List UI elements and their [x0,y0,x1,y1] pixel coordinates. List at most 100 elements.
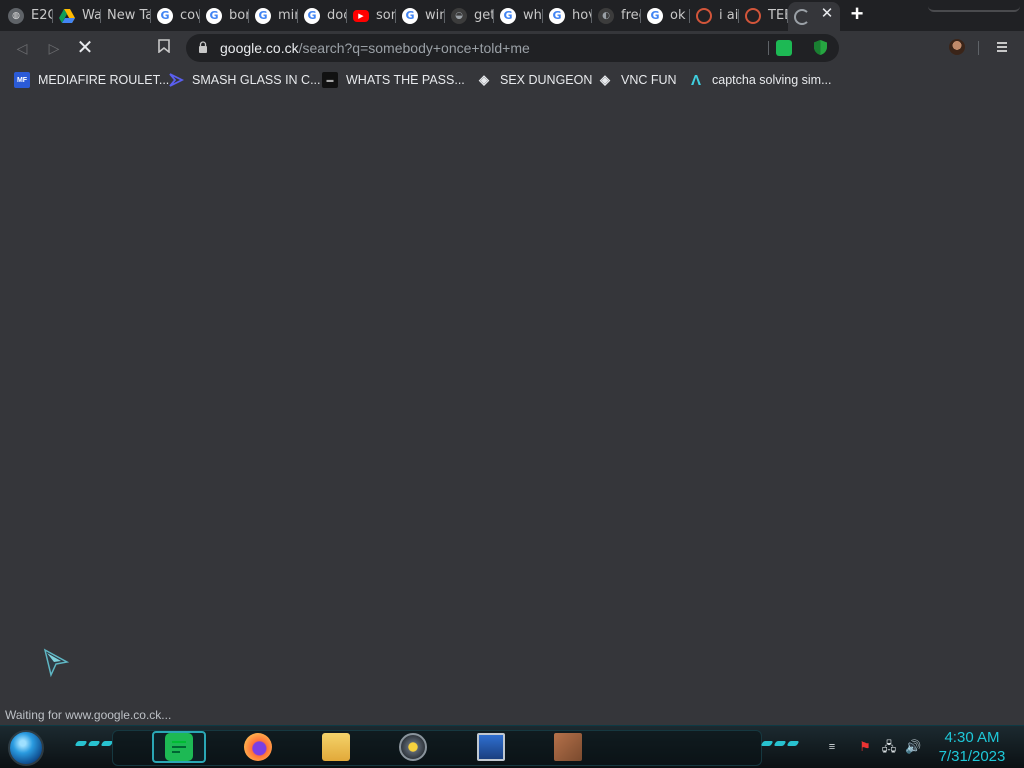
bookmark-dungeon[interactable]: ◈ SEX DUNGEON [476,71,592,89]
spotify-extension-icon[interactable] [776,40,792,56]
window-frame-decoration [928,0,1020,12]
tab-wha[interactable]: G wha [494,3,543,28]
start-button[interactable] [8,730,44,766]
tab-label: Wa [82,8,101,23]
bookmark-label: MEDIAFIRE ROULET... [38,73,170,87]
tab-i-ai[interactable]: i ai [690,3,739,28]
forward-button[interactable]: ▷ [45,39,63,57]
tab-bor[interactable]: G bor [200,3,249,28]
tray-stack-icon[interactable]: ≡ [824,739,840,755]
loading-spinner-icon [794,8,810,25]
profile-avatar[interactable] [949,39,965,55]
url-text[interactable]: google.co.ck/search?q=somebody+once+told… [220,40,530,56]
tab-cov[interactable]: G cov [151,3,200,28]
bookmark-mediafire[interactable]: MF MEDIAFIRE ROULET... [14,71,169,89]
tab-label: hov [572,8,592,23]
google-icon: G [402,7,418,24]
tab-new-tab[interactable]: New Ta [101,3,151,28]
browser-toolbar: ◁ ▷ ✕ google.co.ck/search?q=somebody+onc… [0,31,1024,65]
action-center-flag-icon[interactable]: ⚑ [857,739,873,755]
bookmark-label: VNC FUN [621,73,677,87]
block-globe-icon [554,733,582,761]
generic-site-icon: ◐ [598,7,614,24]
tab-min[interactable]: G min [249,3,298,28]
tab-get[interactable]: ◒ get [445,3,494,28]
bookmark-whats-the-pass[interactable]: ▬ WHATS THE PASS... [322,71,465,89]
taskbar-firefox[interactable] [231,731,285,763]
taskbar-remote-desktop[interactable] [464,731,518,763]
volume-icon[interactable]: 🔊 [905,739,921,755]
url-host: google.co.ck [220,40,299,56]
network-icon[interactable]: 🖧 [881,739,897,755]
tab-label: E2C [31,8,53,23]
tab-e2c[interactable]: ◍ E2C [2,3,53,28]
google-icon: G [206,7,222,24]
tab-label: free [621,8,641,23]
menu-icon[interactable] [994,40,1010,56]
swirl-icon [696,7,712,24]
tab-label: TEE [768,8,788,23]
taskbar-file-explorer[interactable] [309,731,363,763]
folder-icon [322,733,350,761]
tab-label: ok [670,8,686,23]
shield-extension-icon[interactable] [813,39,828,56]
tab-strip: ◍ E2C Wa New Ta G cov G bor G min G doc … [0,0,1024,31]
bookmark-captcha[interactable]: Λ captcha solving sim... [688,71,832,89]
google-drive-icon [59,8,75,24]
taskbar-media-app[interactable] [386,731,440,763]
tab-doc[interactable]: G doc [298,3,347,28]
taskbar: ≡ ⚑ 🖧 🔊 4:30 AM 7/31/2023 [0,725,1024,768]
youtube-icon: ▶ [353,9,369,22]
page-content [0,95,1024,725]
lock-icon [199,41,207,53]
status-bubble: Waiting for www.google.co.ck... [0,706,177,724]
tab-label: i ai [719,8,739,23]
tab-hov[interactable]: G hov [543,3,592,28]
back-button[interactable]: ◁ [13,39,31,57]
tab-wa[interactable]: Wa [53,3,101,28]
dark-square-icon: ▬ [322,72,338,88]
media-icon [399,733,427,761]
tab-label: min [278,8,298,23]
tab-label: cov [180,8,200,23]
tab-label: bor [229,8,249,23]
clock-date[interactable]: 7/31/2023 [930,748,1014,765]
url-path: /search?q=somebody+once+told+me [298,40,530,56]
bookmark-smash-glass[interactable]: SMASH GLASS IN C... [168,71,321,89]
tab-free[interactable]: ◐ free [592,3,641,28]
taskbar-notes-app[interactable] [152,731,206,763]
tab-label: son [376,8,396,23]
tab-ok[interactable]: G ok [641,3,690,28]
notes-app-icon [165,733,193,761]
tab-label: get [474,8,494,23]
address-bar[interactable]: google.co.ck/search?q=somebody+once+told… [186,34,839,62]
tab-label: wha [523,8,543,23]
close-tab-icon[interactable]: ✕ [820,6,834,21]
stop-loading-button[interactable]: ✕ [76,38,94,58]
generic-site-icon: ◒ [451,7,467,24]
clock-time[interactable]: 4:30 AM [930,729,1014,746]
cube-icon: ◈ [479,72,489,87]
google-icon: G [500,7,516,24]
tab-son[interactable]: ▶ son [347,3,396,28]
google-icon: G [647,7,663,24]
tab-label: doc [327,8,347,23]
globe-icon: ◍ [8,7,24,24]
bookmark-icon[interactable] [155,39,173,57]
taskbar-minecraft[interactable] [541,731,595,763]
tab-label: New Ta [107,8,151,23]
mouse-cursor-icon [43,648,69,678]
tab-win[interactable]: G win [396,3,445,28]
bookmarks-bar: MF MEDIAFIRE ROULET... SMASH GLASS IN C.… [0,65,1024,95]
bookmark-vnc-fun[interactable]: ◈ VNC FUN [597,71,677,89]
tab-label: win [425,8,445,23]
tab-tee[interactable]: TEE [739,3,788,28]
google-icon: G [304,7,320,24]
chevron-logo-icon [168,72,184,88]
bookmark-label: SEX DUNGEON [500,73,593,87]
bookmark-label: SMASH GLASS IN C... [192,73,321,87]
bookmark-label: WHATS THE PASS... [346,73,465,87]
google-icon: G [549,7,565,24]
mediafire-icon: MF [14,72,30,88]
new-tab-button[interactable]: + [847,3,867,25]
